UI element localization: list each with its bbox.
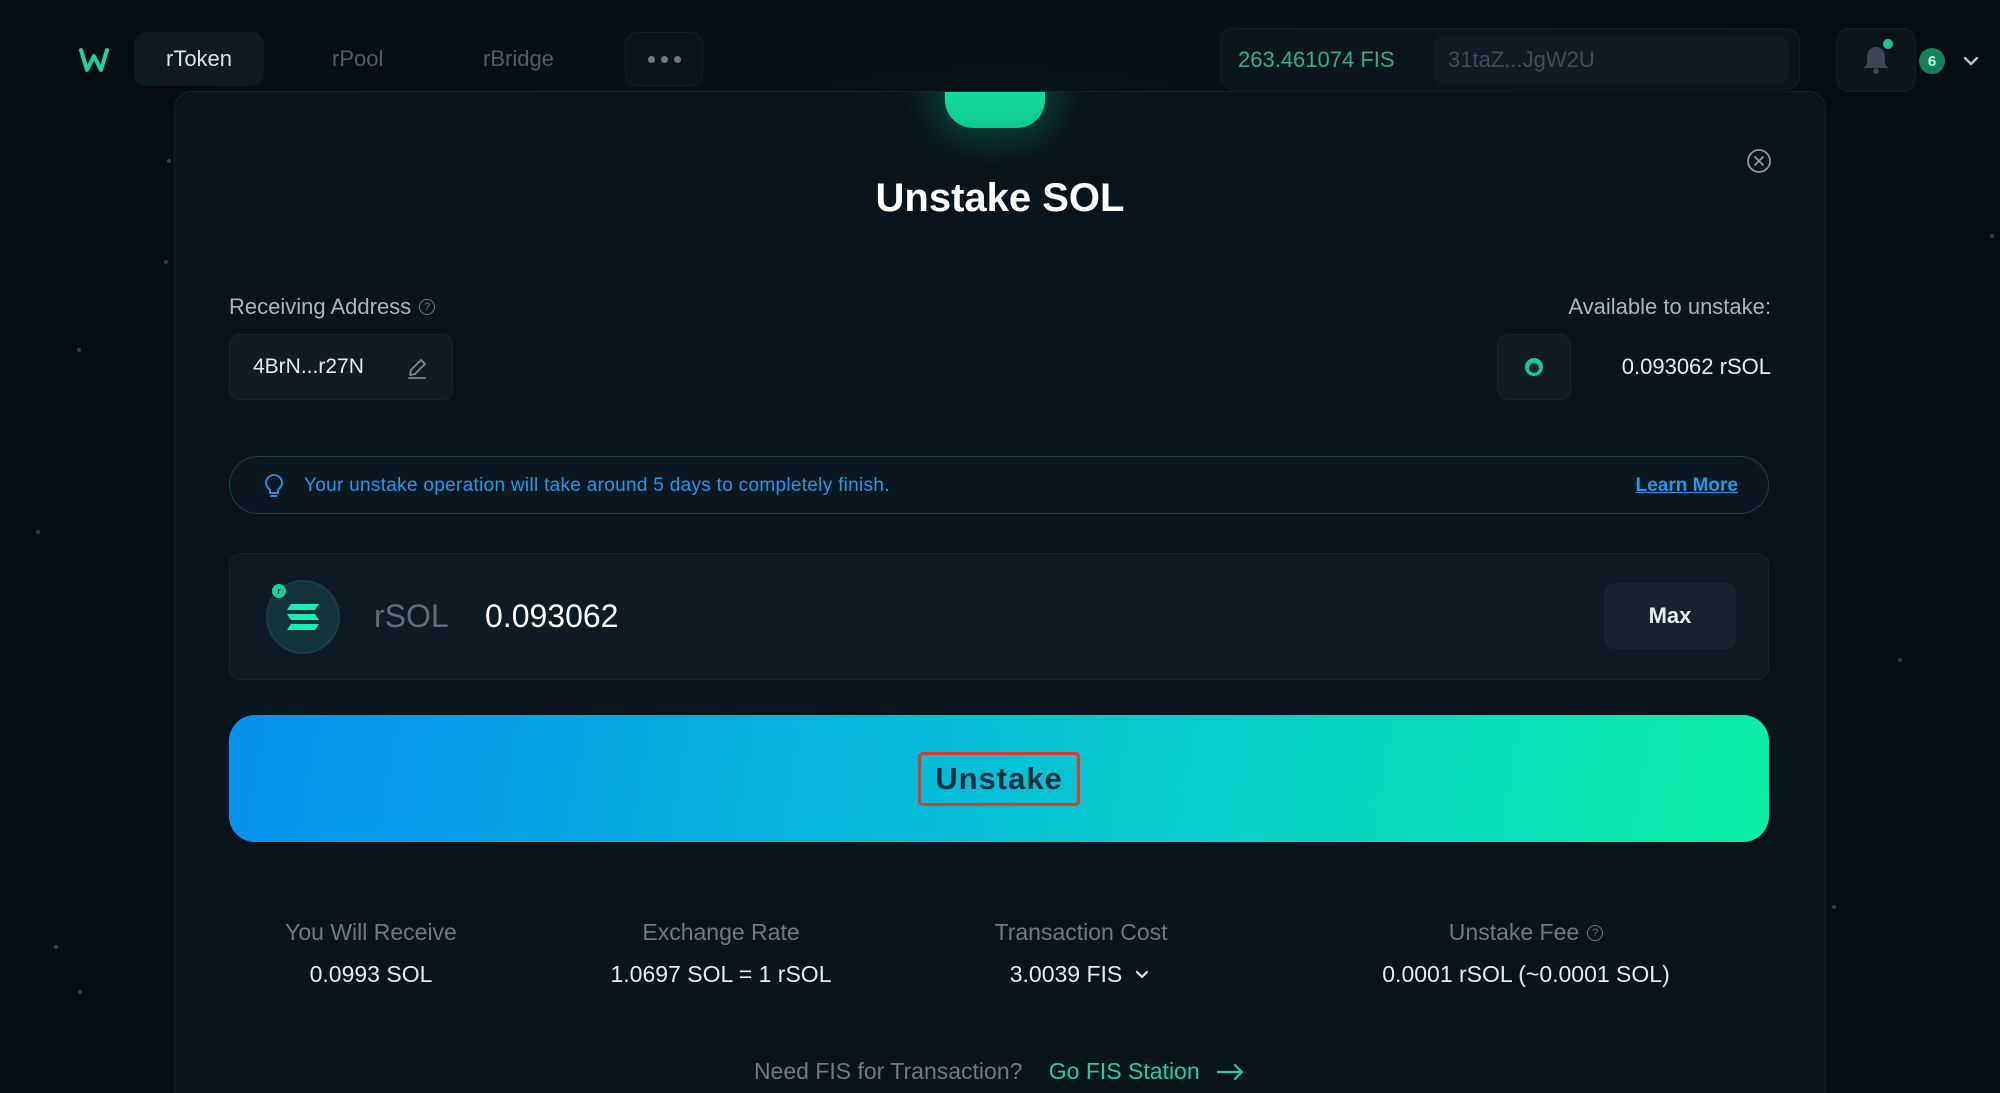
background-dot <box>1990 234 1994 238</box>
stat-value-row: 3.0039 FIS <box>931 961 1231 988</box>
stat-transaction-cost[interactable]: Transaction Cost 3.0039 FIS <box>931 919 1231 988</box>
go-fis-station-link[interactable]: Go FIS Station <box>1049 1058 1200 1084</box>
help-icon[interactable]: ? <box>1587 924 1604 941</box>
unstake-button[interactable]: Unstake <box>229 715 1769 842</box>
r-badge-icon: r <box>272 584 286 598</box>
notification-dot <box>1883 39 1893 49</box>
wallet-address: 31taZ...JgW2U <box>1448 47 1595 72</box>
max-button[interactable]: Max <box>1604 583 1736 649</box>
more-horizontal-icon[interactable] <box>625 32 703 86</box>
tab-rbridge[interactable]: rBridge <box>451 32 586 86</box>
receiving-address-label: Receiving Address ? <box>229 294 436 320</box>
notice-message: Your unstake operation will take around … <box>304 475 890 496</box>
stat-value: 0.0993 SOL <box>309 961 433 987</box>
stat-exchange-rate: Exchange Rate 1.0697 SOL = 1 rSOL <box>551 919 891 988</box>
modal-glow-decoration <box>945 92 1045 128</box>
background-dot <box>36 530 40 534</box>
unstake-amount-field[interactable]: r rSOL 0.093062 Max <box>229 553 1769 680</box>
close-icon[interactable] <box>1746 148 1772 174</box>
background-dot <box>1832 905 1836 909</box>
stat-label: Exchange Rate <box>642 919 800 945</box>
background-dot <box>164 260 168 264</box>
receiving-address-label-text: Receiving Address <box>229 294 412 319</box>
account-panel[interactable]: 263.461074 FIS 31taZ...JgW2U P 6 <box>1220 28 1979 90</box>
available-to-unstake-label: Available to unstake: <box>1568 294 1771 319</box>
amount-input[interactable]: 0.093062 <box>485 598 618 635</box>
unstake-modal: Unstake SOL Receiving Address ? 4BrN...r… <box>174 91 1826 1093</box>
unstake-duration-notice: Your unstake operation will take around … <box>229 456 1769 514</box>
app-background: rToken rPool rBridge 263.461074 FIS 31ta… <box>0 0 2000 1093</box>
stat-value: 3.0039 FIS <box>1009 961 1123 987</box>
learn-more-link[interactable]: Learn More <box>1636 475 1738 497</box>
tab-rtoken[interactable]: rToken <box>134 32 265 86</box>
arrow-right-icon[interactable] <box>1216 1063 1246 1081</box>
chevron-down-icon[interactable] <box>1132 965 1152 985</box>
edit-pencil-icon[interactable] <box>406 357 428 379</box>
lightbulb-icon <box>265 474 283 497</box>
token-name: rSOL <box>374 598 449 634</box>
background-dot <box>78 990 82 994</box>
stat-you-will-receive: You Will Receive 0.0993 SOL <box>231 919 511 988</box>
background-dot <box>77 348 81 352</box>
help-icon[interactable]: ? <box>419 299 436 315</box>
tab-rpool[interactable]: rPool <box>300 32 415 86</box>
background-dot <box>167 159 171 163</box>
stafi-logo-icon[interactable] <box>78 44 110 76</box>
stat-label: Transaction Cost <box>994 919 1168 945</box>
background-dot <box>1898 658 1902 662</box>
receiving-address-field[interactable]: 4BrN...r27N <box>229 334 453 400</box>
unstake-button-label: Unstake <box>918 751 1080 806</box>
notifications-button[interactable] <box>1836 28 1916 92</box>
chevron-down-icon[interactable] <box>1960 50 1982 72</box>
background-dot <box>54 945 58 949</box>
stat-label: Unstake Fee <box>1448 919 1580 945</box>
available-to-unstake-value: 0.093062 rSOL <box>1621 354 1771 379</box>
stat-label-row: Unstake Fee ? <box>1291 919 1761 946</box>
stat-unstake-fee: Unstake Fee ? 0.0001 rSOL (~0.0001 SOL) <box>1291 919 1761 988</box>
rsol-token-icon <box>1497 334 1571 400</box>
wallet-address-chip[interactable]: 31taZ...JgW2U P 6 <box>1434 36 1979 84</box>
need-fis-row: Need FIS for Transaction? Go FIS Station <box>175 1058 1825 1085</box>
stat-label: You Will Receive <box>285 919 457 945</box>
stat-value: 0.0001 rSOL (~0.0001 SOL) <box>1382 961 1670 987</box>
need-fis-text: Need FIS for Transaction? <box>753 1058 1023 1084</box>
receiving-address-value: 4BrN...r27N <box>253 355 364 378</box>
stat-value: 1.0697 SOL = 1 rSOL <box>610 961 832 987</box>
fis-balance: 263.461074 FIS <box>1238 47 1395 72</box>
modal-title: Unstake SOL <box>875 176 1125 220</box>
notification-count-badge: 6 <box>1919 48 1945 74</box>
